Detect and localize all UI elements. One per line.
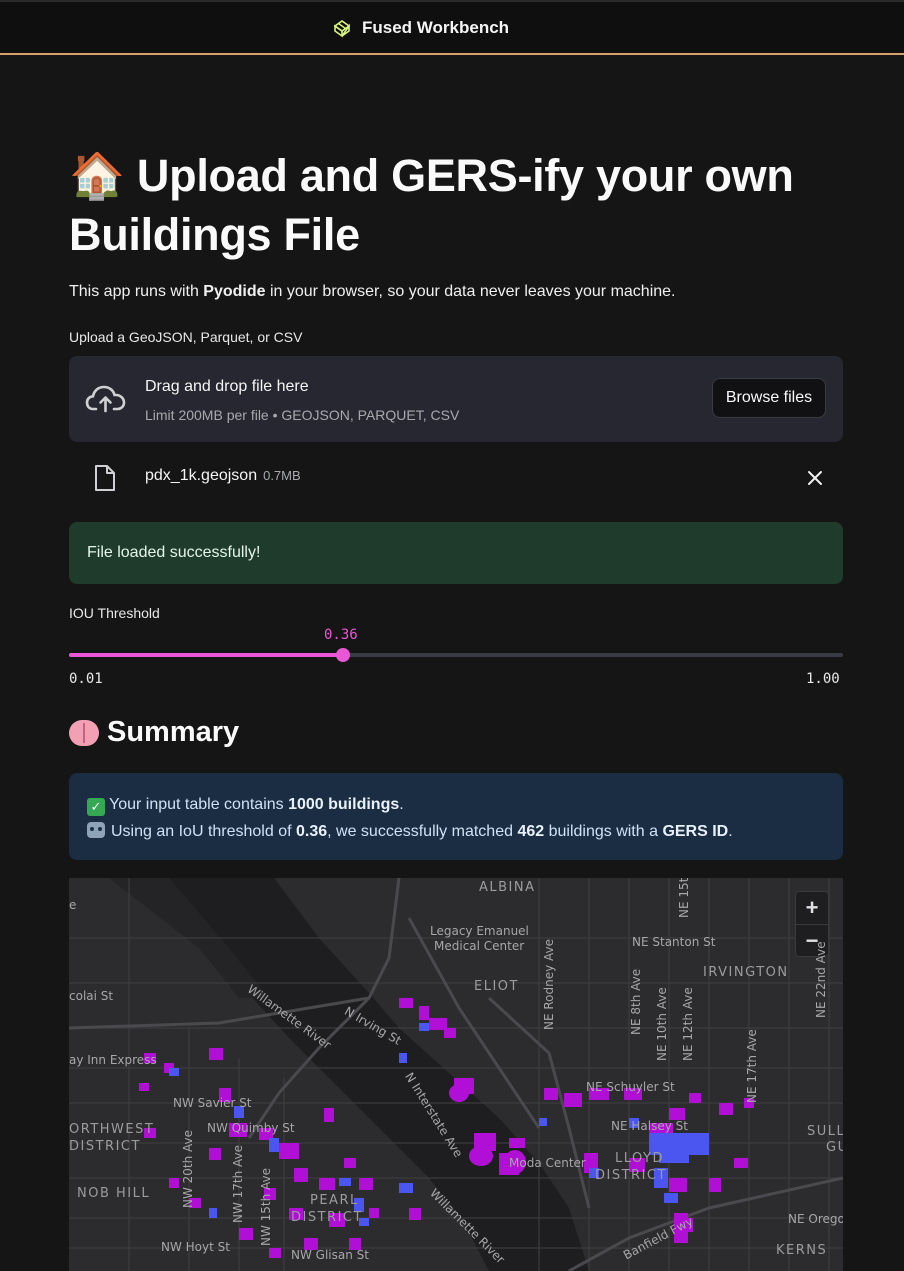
summary-line-2: Using an IoU threshold of 0.36, we succe… bbox=[87, 818, 825, 845]
map-label-stanton: NE Stanton St bbox=[632, 935, 716, 949]
file-dropzone[interactable]: Drag and drop file here Limit 200MB per … bbox=[69, 356, 843, 442]
robot-icon bbox=[87, 822, 105, 838]
page-title: 🏠 Upload and GERS-ify your own Buildings… bbox=[69, 150, 794, 260]
map-label-ne10: NE 10th Ave bbox=[655, 987, 669, 1061]
intro-before: This app runs with bbox=[69, 283, 204, 300]
line1-post: . bbox=[399, 796, 404, 813]
slider-current-value: 0.36 bbox=[324, 627, 358, 643]
map-label-eliot: ELIOT bbox=[474, 979, 519, 994]
map-label-kerns: KERNS bbox=[776, 1243, 828, 1258]
map-label-ne12: NE 12th Ave bbox=[681, 987, 695, 1061]
line1-pre: Your input table contains bbox=[109, 796, 289, 813]
summary-heading: Summary bbox=[69, 716, 239, 749]
brand[interactable]: Fused Workbench bbox=[332, 18, 509, 38]
map-label-schuyler: NE Schuyler St bbox=[586, 1080, 675, 1094]
uploaded-file-row: pdx_1k.geojson 0.7MB bbox=[69, 458, 843, 498]
line2-e: buildings with a bbox=[544, 823, 663, 840]
map-label-quimby: NW Quimby St bbox=[207, 1121, 295, 1135]
fused-logo-icon bbox=[333, 20, 351, 38]
map-label-edge: e bbox=[69, 898, 77, 912]
brain-icon bbox=[69, 719, 99, 746]
map-label-nw20: NW 20th Ave bbox=[181, 1129, 195, 1208]
map-label-albina: ALBINA bbox=[479, 880, 536, 895]
intro-text: This app runs with Pyodide in your brows… bbox=[69, 283, 676, 301]
map-label-rodney: NE Rodney Ave bbox=[542, 938, 556, 1030]
map-label-nw17: NW 17th Ave bbox=[231, 1144, 245, 1223]
summary-heading-text: Summary bbox=[107, 716, 240, 748]
map-label-gu: GU bbox=[826, 1140, 843, 1155]
map-label-savier: NW Savier St bbox=[173, 1096, 252, 1110]
map-label-hoyt: NW Hoyt St bbox=[161, 1240, 230, 1254]
map-label-halsey: NE Halsey St bbox=[611, 1119, 688, 1133]
summary-line-1: ✓ Your input table contains 1000 building… bbox=[87, 791, 825, 818]
intro-bold: Pyodide bbox=[203, 283, 266, 300]
remove-file-close-icon[interactable] bbox=[803, 466, 827, 490]
map-label-ne15: NE 15th Ave bbox=[677, 878, 691, 918]
map-label-northwest-2: DISTRICT bbox=[69, 1139, 141, 1154]
slider-fill bbox=[69, 653, 343, 657]
map-label-glisan: NW Glisan St bbox=[291, 1248, 369, 1262]
file-size: 0.7MB bbox=[263, 468, 301, 483]
line2-d: 462 bbox=[517, 823, 545, 840]
map-label-lloyd-2: DISTRICT bbox=[595, 1168, 667, 1183]
map-label-pearl-2: DISTRICT bbox=[291, 1210, 363, 1225]
line2-f: GERS ID bbox=[662, 823, 729, 840]
map-label-irvington: IRVINGTON bbox=[703, 965, 789, 980]
line2-b: 0.36 bbox=[296, 823, 328, 840]
iou-threshold-label: IOU Threshold bbox=[69, 605, 160, 621]
brand-name: Fused Workbench bbox=[362, 18, 510, 37]
top-bar: Fused Workbench bbox=[0, 0, 904, 55]
line2-c: , we successfully matched bbox=[327, 823, 518, 840]
dropzone-title: Drag and drop file here bbox=[145, 378, 309, 395]
uploaded-file-name: pdx_1k.geojson 0.7MB bbox=[145, 467, 301, 485]
success-alert: File loaded successfully! bbox=[69, 522, 843, 584]
map-label-sull: SULL bbox=[807, 1124, 843, 1139]
zoom-in-button[interactable]: + bbox=[796, 892, 828, 924]
map-label-northwest-1: ORTHWEST bbox=[69, 1122, 155, 1137]
map-label-nobhill: NOB HILL bbox=[77, 1186, 151, 1201]
cloud-upload-icon bbox=[85, 385, 126, 413]
summary-info-box: ✓ Your input table contains 1000 building… bbox=[69, 773, 843, 860]
check-mark-icon: ✓ bbox=[87, 798, 105, 816]
map-label-inn: ay Inn Express bbox=[69, 1053, 157, 1067]
upload-label: Upload a GeoJSON, Parquet, or CSV bbox=[69, 329, 303, 345]
file-icon bbox=[95, 465, 115, 491]
map-label-legacy-2: Medical Center bbox=[434, 939, 525, 953]
slider-min-value: 0.01 bbox=[69, 671, 103, 687]
intro-after: in your browser, so your data never leav… bbox=[265, 283, 676, 300]
map-label-nw15: NW 15th Ave bbox=[259, 1167, 273, 1246]
map-label-ne8: NE 8th Ave bbox=[629, 968, 643, 1035]
line2-g: . bbox=[728, 823, 733, 840]
map-label-ne17: NE 17th Ave bbox=[745, 1029, 759, 1103]
slider-max-value: 1.00 bbox=[806, 671, 840, 687]
map-label-legacy-1: Legacy Emanuel bbox=[430, 924, 529, 938]
map-label-lloyd-1: LLOYD bbox=[615, 1151, 664, 1166]
browse-files-button[interactable]: Browse files bbox=[712, 378, 826, 418]
dropzone-limits: Limit 200MB per file • GEOJSON, PARQUET,… bbox=[145, 407, 460, 423]
line1-bold: 1000 buildings bbox=[288, 796, 400, 813]
map-label-ne22: NE 22nd Ave bbox=[814, 941, 828, 1018]
map-label-pearl-1: PEARL bbox=[310, 1193, 359, 1208]
map-label-moda: Moda Center bbox=[509, 1156, 586, 1170]
buildings-map[interactable]: + − ALBINA Legacy Emanuel Medical Center… bbox=[69, 878, 843, 1271]
file-name-text: pdx_1k.geojson bbox=[145, 467, 258, 484]
slider-thumb[interactable] bbox=[335, 648, 350, 662]
map-label-colai: colai St bbox=[69, 989, 114, 1003]
iou-threshold-slider[interactable] bbox=[69, 648, 843, 662]
map-label-oregon: NE Oregon bbox=[788, 1212, 843, 1226]
line2-a: Using an IoU threshold of bbox=[111, 823, 296, 840]
